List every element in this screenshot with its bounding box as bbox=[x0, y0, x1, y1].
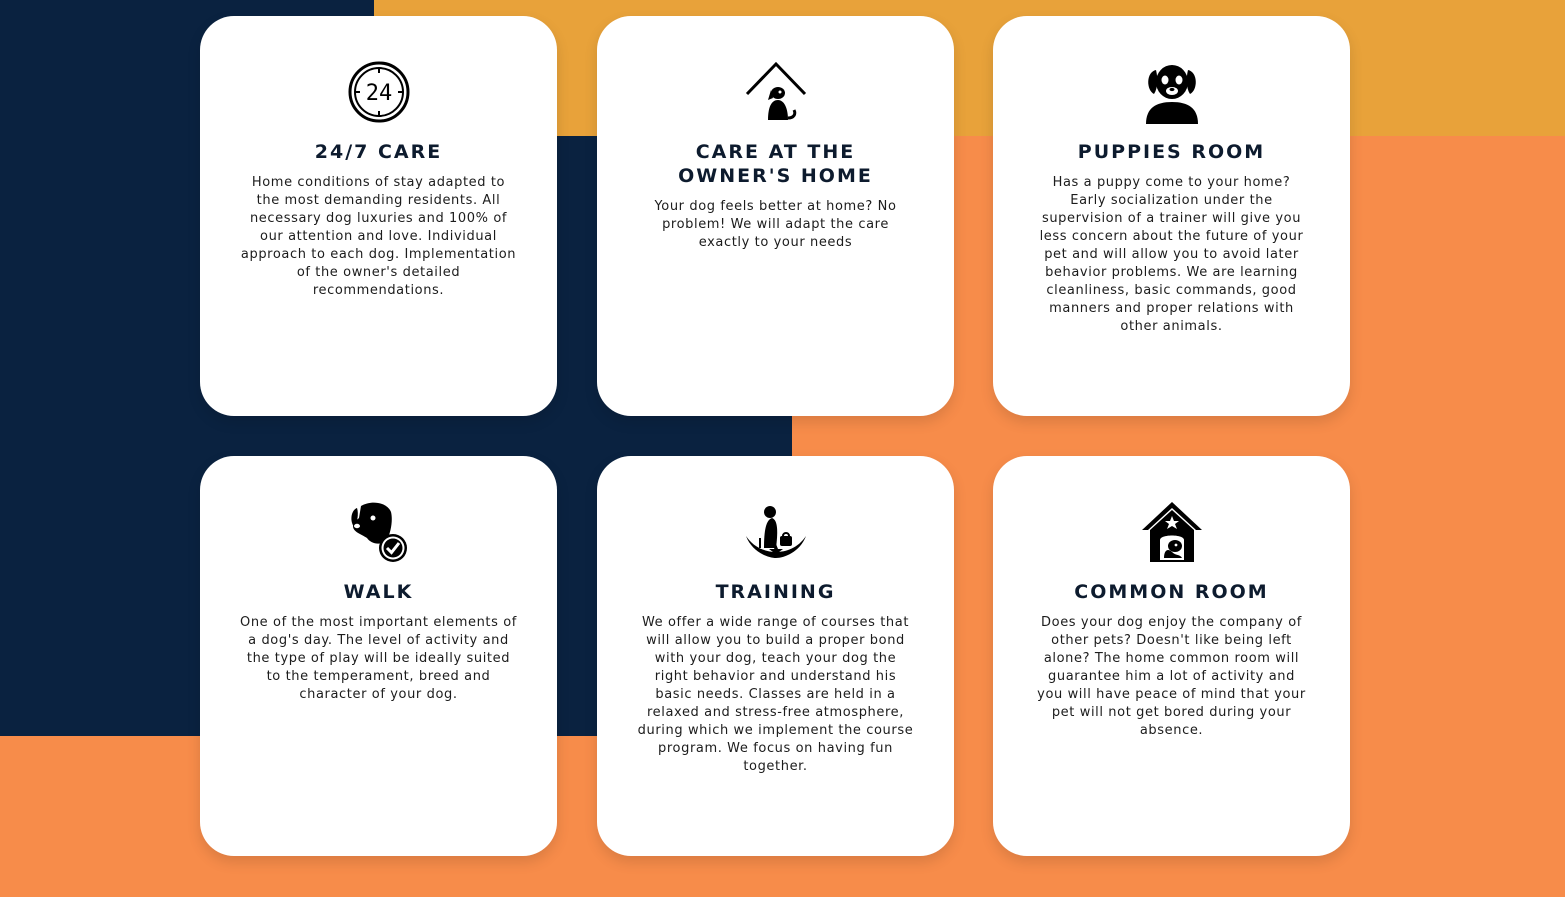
card-description: Has a puppy come to your home? Early soc… bbox=[1039, 175, 1304, 334]
card-description: Your dog feels better at home? No proble… bbox=[654, 199, 897, 250]
card-title: CARE AT THE OWNER'S HOME bbox=[678, 141, 873, 187]
card-description: Does your dog enjoy the company of other… bbox=[1037, 615, 1306, 738]
card-title: 24/7 CARE bbox=[314, 141, 443, 163]
dog-training-icon bbox=[745, 506, 806, 558]
puppy-face-icon bbox=[1145, 65, 1198, 124]
dog-house-star-icon bbox=[1141, 502, 1202, 562]
clock-24-icon: 24 bbox=[348, 61, 409, 123]
service-card-owners-home: CARE AT THE OWNER'S HOME Your dog feels … bbox=[597, 16, 954, 416]
card-title: PUPPIES ROOM bbox=[1077, 141, 1266, 163]
card-title: WALK bbox=[343, 581, 414, 603]
card-description: We offer a wide range of courses that wi… bbox=[637, 615, 914, 774]
card-description: Home conditions of stay adapted to the m… bbox=[240, 175, 517, 298]
service-card-puppies-room: PUPPIES ROOM Has a puppy come to your ho… bbox=[993, 16, 1350, 416]
service-card-training: TRAINING We offer a wide range of course… bbox=[597, 456, 954, 856]
card-description: One of the most important elements of a … bbox=[240, 615, 517, 702]
card-title: TRAINING bbox=[715, 581, 836, 603]
service-card-247-care: 24 24/7 CARE Home conditions of stay ada… bbox=[200, 16, 557, 416]
dog-check-icon bbox=[350, 502, 407, 562]
card-title: COMMON ROOM bbox=[1074, 581, 1269, 603]
service-card-walk: WALK One of the most important elements … bbox=[200, 456, 557, 856]
house-dog-icon bbox=[745, 61, 806, 120]
svg-text:24: 24 bbox=[365, 81, 392, 106]
service-card-common-room: COMMON ROOM Does your dog enjoy the comp… bbox=[993, 456, 1350, 856]
